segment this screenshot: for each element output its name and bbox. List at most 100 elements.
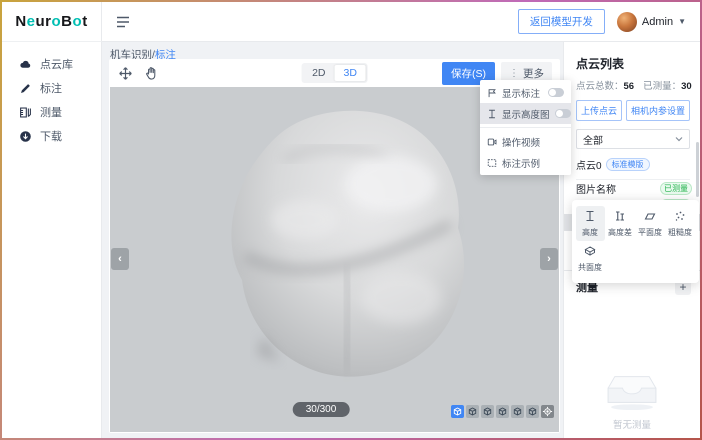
logo-part: e bbox=[27, 13, 36, 30]
upload-pointcloud-button[interactable]: 上传点云 bbox=[576, 100, 622, 121]
view-left-button[interactable] bbox=[496, 405, 509, 418]
caret-down-icon: ▼ bbox=[678, 17, 686, 26]
tool-coplanarity[interactable]: 共面度 bbox=[576, 241, 605, 276]
menu-item-label: 显示标注 bbox=[502, 86, 543, 100]
parallelogram-icon bbox=[644, 210, 656, 222]
height-ibeam-icon bbox=[584, 210, 596, 222]
total-stat: 点云总数：56 bbox=[576, 78, 634, 92]
video-icon bbox=[487, 137, 497, 147]
sidebar-item-annotate[interactable]: 标注 bbox=[2, 76, 101, 100]
frame-counter: 30/300 bbox=[293, 402, 350, 417]
avatar bbox=[617, 12, 637, 32]
back-to-model-dev-button[interactable]: 返回模型开发 bbox=[518, 9, 605, 34]
view-right-button[interactable] bbox=[511, 405, 524, 418]
tool-label: 高度 bbox=[576, 227, 605, 238]
template-name: 点云0 bbox=[576, 157, 602, 172]
image-list-item[interactable]: 图片名称 已测量 bbox=[564, 180, 700, 197]
view-top-button[interactable] bbox=[526, 405, 539, 418]
menu-item-label: 标注示例 bbox=[502, 156, 564, 170]
download-icon bbox=[19, 130, 32, 143]
logo-part: N bbox=[15, 13, 26, 30]
tool-label: 共面度 bbox=[576, 262, 605, 273]
view-front-button[interactable] bbox=[466, 405, 479, 418]
example-frame-icon bbox=[487, 158, 497, 168]
view-reset-target-button[interactable] bbox=[541, 405, 554, 418]
empty-box-icon bbox=[601, 369, 663, 411]
template-pointcloud-row[interactable]: 点云0 标准模版 bbox=[576, 157, 690, 180]
logo-part: o bbox=[73, 13, 83, 30]
tool-height-difference[interactable]: 高度差 bbox=[606, 206, 635, 241]
user-name: Admin bbox=[642, 16, 673, 28]
menu-item-show-heightmap[interactable]: 显示高度图 bbox=[480, 103, 571, 124]
menu-item-show-annotation[interactable]: 显示标注 bbox=[480, 82, 571, 103]
tool-flatness[interactable]: 平面度 bbox=[636, 206, 665, 241]
measured-label: 已测量： bbox=[643, 81, 681, 92]
panel-buttons: 上传点云 相机内参设置 bbox=[576, 100, 690, 121]
panel-title: 点云列表 bbox=[576, 55, 690, 72]
logo-part: o bbox=[52, 13, 62, 30]
tool-label: 粗糙度 bbox=[666, 227, 695, 238]
cloud-icon bbox=[19, 58, 32, 71]
planes-icon bbox=[584, 245, 596, 257]
more-label: 更多 bbox=[523, 66, 544, 81]
measure-icon bbox=[19, 106, 32, 119]
move-tool-icon[interactable] bbox=[117, 65, 134, 82]
view-orientation-bar bbox=[451, 405, 554, 418]
measured-badge: 已测量 bbox=[660, 182, 692, 195]
neurobot-logo: NeuroBot bbox=[15, 13, 87, 30]
chevron-down-icon bbox=[675, 135, 683, 143]
menu-item-operation-video[interactable]: 操作视频 bbox=[480, 131, 571, 152]
logo-part: B bbox=[61, 13, 72, 30]
measured-stat: 已测量：30 bbox=[643, 78, 692, 92]
height-diff-icon bbox=[614, 210, 626, 222]
show-heightmap-toggle[interactable] bbox=[555, 109, 571, 118]
sidebar-item-pointcloud-library[interactable]: 点云库 bbox=[2, 52, 101, 76]
tool-label: 高度差 bbox=[606, 227, 635, 238]
tool-roughness[interactable]: 粗糙度 bbox=[666, 206, 695, 241]
total-value: 56 bbox=[624, 81, 635, 92]
sidebar-item-label: 下载 bbox=[40, 128, 62, 144]
sidebar-item-label: 标注 bbox=[40, 80, 62, 96]
view-back-button[interactable] bbox=[481, 405, 494, 418]
total-label: 点云总数： bbox=[576, 81, 624, 92]
dimension-toggle: 2D 3D bbox=[301, 63, 368, 83]
camera-intrinsics-button[interactable]: 相机内参设置 bbox=[626, 100, 690, 121]
sidebar: 点云库 标注 测量 下载 bbox=[2, 42, 102, 438]
image-name: 图片名称 bbox=[576, 181, 616, 196]
sidebar-item-label: 测量 bbox=[40, 104, 62, 120]
view-iso-button[interactable] bbox=[451, 405, 464, 418]
menu-item-label: 显示高度图 bbox=[502, 107, 550, 121]
measure-tool-palette: 高度 高度差 平面度 粗糙度 共面度 bbox=[572, 200, 699, 283]
sidebar-item-measure[interactable]: 测量 bbox=[2, 100, 101, 124]
vertical-dots-icon: ⋮ bbox=[509, 68, 519, 79]
logo-block: NeuroBot bbox=[2, 2, 102, 42]
flag-icon bbox=[487, 88, 497, 98]
pen-icon bbox=[19, 82, 32, 95]
pan-hand-icon[interactable] bbox=[143, 65, 160, 82]
dots-icon bbox=[674, 210, 686, 222]
menu-divider bbox=[480, 127, 571, 128]
show-annotation-toggle[interactable] bbox=[548, 88, 564, 97]
logo-part: t bbox=[82, 13, 88, 30]
sidebar-item-download[interactable]: 下载 bbox=[2, 124, 101, 148]
tool-label: 平面度 bbox=[636, 227, 665, 238]
header-right: 返回模型开发 Admin ▼ bbox=[518, 9, 700, 34]
prev-image-arrow[interactable]: ‹ bbox=[111, 248, 129, 270]
menu-item-annotation-example[interactable]: 标注示例 bbox=[480, 152, 571, 173]
panel-scrollbar[interactable] bbox=[696, 142, 699, 197]
more-dropdown-menu: 显示标注 显示高度图 操作视频 标注示例 bbox=[480, 80, 571, 175]
tooth-3d-model bbox=[195, 97, 495, 399]
empty-text: 暂无测量 bbox=[564, 417, 700, 431]
panel-stats: 点云总数：56 已测量：30 bbox=[576, 78, 690, 92]
sidebar-collapse-icon[interactable] bbox=[115, 14, 131, 30]
tool-height[interactable]: 高度 bbox=[576, 206, 605, 241]
filter-select[interactable]: 全部 bbox=[576, 129, 690, 149]
next-image-arrow[interactable]: › bbox=[540, 248, 558, 270]
user-menu[interactable]: Admin ▼ bbox=[617, 12, 686, 32]
app-root: NeuroBot 返回模型开发 Admin ▼ 点云库 标注 测量 bbox=[2, 2, 700, 438]
mode-3d-button[interactable]: 3D bbox=[335, 65, 366, 81]
mode-2d-button[interactable]: 2D bbox=[303, 65, 334, 81]
height-ibeam-icon bbox=[487, 109, 497, 119]
empty-state: 暂无测量 bbox=[564, 369, 700, 431]
window-frame: NeuroBot 返回模型开发 Admin ▼ 点云库 标注 测量 bbox=[0, 0, 702, 440]
